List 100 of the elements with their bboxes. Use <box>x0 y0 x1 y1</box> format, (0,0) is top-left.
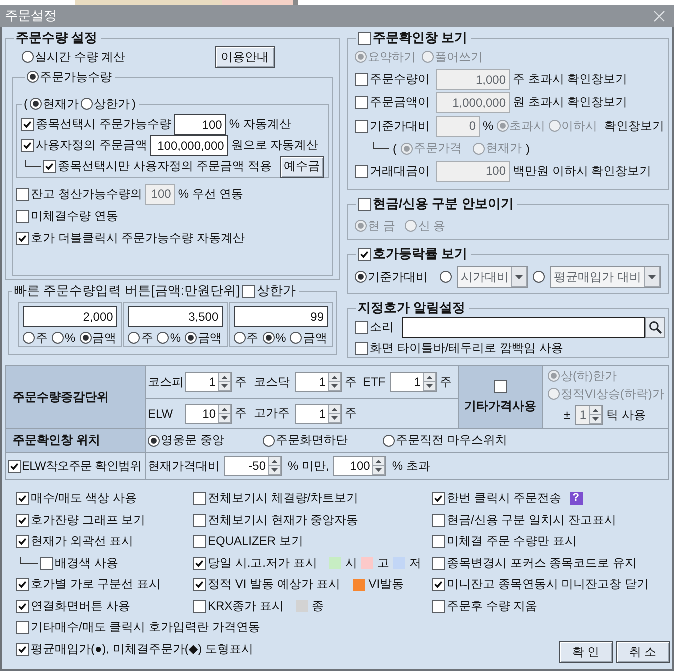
radio-button[interactable]: 주 <box>234 330 259 346</box>
checkbox[interactable]: 소리 <box>355 319 402 336</box>
checkbox[interactable]: 미체결 주문 수량만 표시 <box>432 533 578 550</box>
spin-field[interactable]: 10 <box>185 404 232 424</box>
number-field[interactable]: 3,500 <box>128 306 223 327</box>
checkbox[interactable]: 호가잔량 그래프 보기 <box>16 512 146 529</box>
market-label: 코스닥 <box>254 374 291 390</box>
radio-button[interactable]: 실시간 수량 계산 <box>22 48 215 66</box>
checkbox[interactable]: EQUALIZER 보기 <box>193 533 304 550</box>
spin-field[interactable]: 100 <box>333 456 386 476</box>
spin-field[interactable]: 1 <box>295 372 342 392</box>
dialog-button[interactable]: 확 인 <box>559 641 613 663</box>
spin-arrows-icon[interactable] <box>328 373 341 391</box>
row-header: 주문확인창 위치 <box>6 429 146 453</box>
number-field[interactable]: 100 <box>174 114 226 135</box>
number-field[interactable]: 2,000 <box>23 306 118 327</box>
checkbox[interactable]: KRX종가 표시 <box>193 598 284 615</box>
number-field[interactable]: 99 <box>234 306 328 327</box>
unit-label: 백만원 이하시 확인창보기 <box>513 162 652 180</box>
checkbox[interactable]: 주문확인창 보기 <box>358 29 468 47</box>
legend-label: 시 <box>345 554 358 572</box>
checkbox[interactable]: 미니잔고 종목연동시 미니잔고창 닫기 <box>432 576 650 594</box>
checkbox[interactable]: 전체보기시 현재가 중앙자동 <box>193 512 359 529</box>
unit-label: 주 <box>344 374 358 390</box>
radio-button[interactable]: 주문직전 마우스위치 <box>383 432 508 449</box>
checkbox[interactable]: 기타매수/매도 클릭시 호가입력란 가격연동 <box>16 619 260 636</box>
checkbox[interactable]: 종목선택시 주문가능수량 <box>21 116 172 133</box>
checkbox[interactable]: 호가등락률 보기 <box>358 245 468 263</box>
group-title: 주문수량 설정 <box>16 30 98 46</box>
guide-button[interactable]: 이용안내 <box>215 46 275 68</box>
spin-arrows-icon[interactable] <box>218 373 231 391</box>
radio-button[interactable]: 현재가 <box>30 96 79 112</box>
help-badge[interactable]: ? <box>570 492 583 506</box>
checkbox[interactable]: 기준가대비 <box>355 118 433 134</box>
checkbox[interactable]: ELW착오주문 확인범위 <box>8 458 142 474</box>
checkbox[interactable]: 종목변경시 포커스 종목코드로 유지 <box>432 554 638 572</box>
radio-button[interactable]: 영웅문 중앙 <box>148 432 263 449</box>
unit-label: % 자동계산 <box>229 116 292 133</box>
unit-label: 주 <box>344 405 358 422</box>
radio-button[interactable]: 금액 <box>80 330 117 346</box>
spin-field[interactable]: 1 <box>390 372 437 392</box>
group-title: 빠른 주문수량입력 버튼[금액:만원단위] <box>14 283 240 299</box>
deposit-button[interactable]: 예수금 <box>280 156 324 178</box>
radio-button[interactable]: 금액 <box>290 330 328 346</box>
checkbox[interactable]: 연결화면버튼 사용 <box>16 598 130 615</box>
checkbox[interactable]: 화면 타이틀바/테두리로 깜빡임 사용 <box>355 340 564 356</box>
checkbox[interactable]: 한번 클릭시 주문전송 <box>432 490 562 508</box>
radio-button[interactable]: 금액 <box>185 330 222 346</box>
group-title: 지정호가 알림설정 <box>358 300 466 316</box>
market-label: 고가주 <box>254 405 291 422</box>
checkbox[interactable]: 미체결수량 연동 <box>16 208 118 224</box>
radio-button[interactable]: 주 <box>128 330 154 346</box>
spin-arrows-icon[interactable] <box>268 457 281 475</box>
radio-button[interactable]: % <box>157 331 181 345</box>
checkbox[interactable]: 현금/신용 구분 일치시 잔고표시 <box>432 512 616 529</box>
number-field[interactable]: 100,000,000 <box>150 135 228 156</box>
spin-field[interactable]: -50 <box>224 456 282 476</box>
unit-label: 주 초과시 확인창보기 <box>513 71 628 88</box>
checkbox[interactable]: 호가별 가로 구분선 표시 <box>16 576 162 594</box>
spin-field[interactable]: 1 <box>295 404 342 424</box>
radio-button[interactable]: 주문화면하단 <box>263 432 383 449</box>
checkbox[interactable]: 상한가 <box>242 282 296 300</box>
checkbox[interactable]: 매수/매도 색상 사용 <box>16 490 138 508</box>
radio-button[interactable]: % <box>52 331 76 345</box>
checkbox[interactable]: 주문후 수량 지움 <box>432 598 538 615</box>
tree-connector-icon <box>20 556 38 564</box>
close-icon <box>654 10 665 22</box>
checkbox[interactable]: 전체보기시 체결량/차트보기 <box>193 490 359 508</box>
checkbox[interactable]: 거래대금이 <box>355 162 433 180</box>
text-field[interactable] <box>402 317 645 338</box>
checkbox[interactable]: 사용자정의 주문금액 <box>21 137 148 154</box>
spin-arrows-icon[interactable] <box>218 404 231 422</box>
spin-arrows-icon[interactable] <box>328 404 341 422</box>
tree-connector-icon <box>373 142 389 149</box>
checkbox[interactable]: 평균매입가(●), 미체결주문가(◆) 도형표시 <box>16 640 254 658</box>
checkbox[interactable]: 정적 VI 발동 예상가 표시 <box>193 576 341 594</box>
checkbox[interactable]: 현재가 외곽선 표시 <box>16 533 134 550</box>
spin-arrows-icon[interactable] <box>372 457 386 475</box>
unit-label: 주 <box>439 374 453 390</box>
search-icon <box>648 321 662 334</box>
spin-field[interactable]: 1 <box>185 372 232 392</box>
search-button[interactable] <box>645 317 665 338</box>
radio-button[interactable]: 기준가대비 <box>355 268 435 286</box>
checkbox[interactable]: 잔고 청산가능수량의 <box>16 186 142 202</box>
market-label: 코스피 <box>148 374 185 390</box>
checkbox[interactable]: 주문금액이 <box>355 94 433 111</box>
checkbox[interactable]: 종목선택시만 사용자정의 주문금액 적용 <box>43 158 272 175</box>
radio-button[interactable]: % <box>262 331 286 345</box>
checkbox[interactable]: 당일 시.고.저가 표시 <box>193 554 318 572</box>
spin-arrows-icon[interactable] <box>423 373 436 391</box>
radio-button[interactable]: 주문가능수량 <box>27 68 112 86</box>
unit-label: 원으로 자동계산 <box>231 137 319 154</box>
unit-label: 주 <box>234 405 248 422</box>
radio-button[interactable]: 상한가 <box>81 96 130 112</box>
checkbox[interactable]: 배경색 사용 <box>40 554 118 572</box>
checkbox[interactable]: 호가 더블클릭시 주문가능수량 자동계산 <box>16 230 246 246</box>
checkbox[interactable]: 주문수량이 <box>355 71 433 88</box>
unit-label: 확인창보기 <box>604 118 665 134</box>
dialog-button[interactable]: 취 소 <box>616 641 670 663</box>
radio-button[interactable]: 주 <box>23 330 48 346</box>
